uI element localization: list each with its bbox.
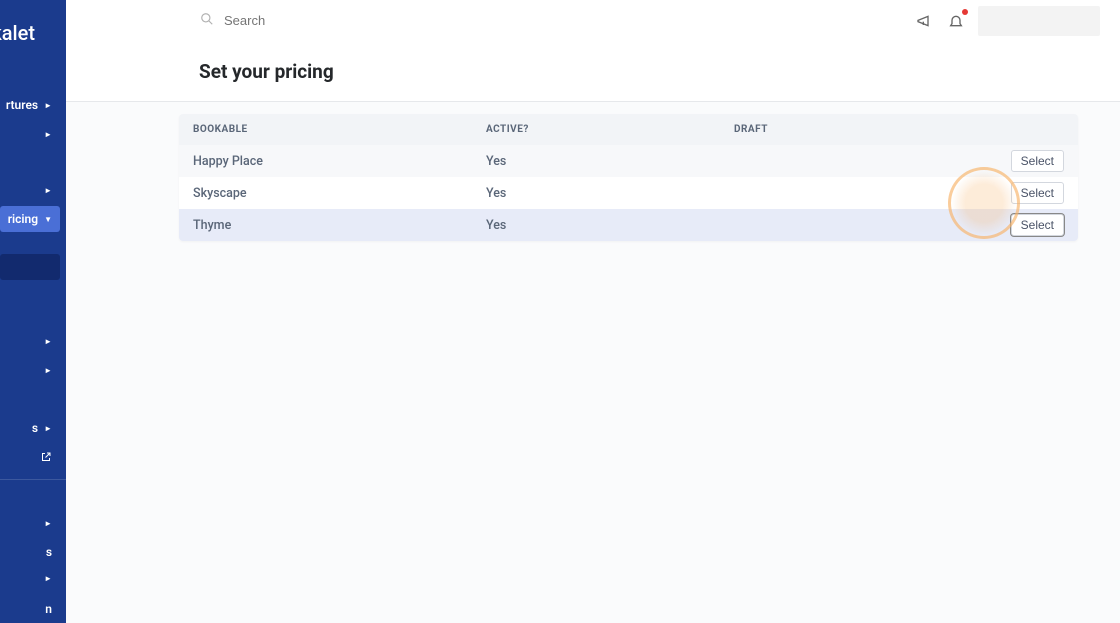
topbar	[66, 0, 1120, 42]
col-header-bookable: BOOKABLE	[193, 124, 486, 135]
sidebar-item-label: s	[46, 545, 52, 559]
cell-active: Yes	[486, 186, 734, 201]
external-link-icon	[40, 451, 52, 463]
sidebar-item-label: rtures	[6, 98, 38, 112]
sidebar-item-11[interactable]: ►	[0, 565, 60, 591]
announcements-icon[interactable]	[914, 11, 934, 31]
chevron-icon: ►	[44, 337, 52, 346]
sidebar: okalet rtures►►►ricing▼►►s►►s►n	[0, 0, 66, 623]
sidebar-item-1[interactable]: ►	[0, 121, 60, 147]
content: BOOKABLE ACTIVE? DRAFT Happy PlaceYesSel…	[66, 102, 1120, 241]
cell-bookable: Thyme	[193, 218, 486, 233]
chevron-icon: ►	[44, 130, 52, 139]
brand-logo: okalet	[0, 21, 35, 45]
chevron-icon: ►	[44, 424, 52, 433]
sidebar-item-2[interactable]: ►	[0, 177, 60, 203]
chevron-icon: ►	[44, 186, 52, 195]
cell-bookable: Happy Place	[193, 154, 486, 169]
sidebar-item-label: s	[32, 421, 38, 435]
table-row: ThymeYes Select	[179, 209, 1078, 241]
col-header-draft: DRAFT	[734, 124, 1014, 135]
sidebar-divider	[0, 479, 66, 480]
sidebar-item-0[interactable]: rtures ►	[0, 92, 60, 118]
page-header: Set your pricing	[66, 42, 1120, 102]
sidebar-item-9[interactable]: ►	[0, 510, 60, 536]
cell-bookable: Skyscape	[193, 186, 486, 201]
notification-dot	[962, 9, 968, 15]
sidebar-item-label: ricing	[8, 212, 38, 226]
search-wrap	[200, 11, 914, 30]
select-button[interactable]: Select	[1011, 214, 1064, 236]
sidebar-item-12[interactable]: n	[0, 596, 60, 622]
sidebar-item-10[interactable]: s	[0, 539, 60, 565]
select-button[interactable]: Select	[1011, 182, 1064, 204]
cell-active: Yes	[486, 154, 734, 169]
search-icon	[200, 11, 214, 30]
sidebar-item-3[interactable]: ricing ▼	[0, 206, 60, 232]
sidebar-item-label: n	[45, 602, 52, 616]
chevron-icon: ►	[44, 519, 52, 528]
sidebar-item-6[interactable]: ►	[0, 357, 60, 383]
table-header: BOOKABLE ACTIVE? DRAFT	[179, 114, 1078, 145]
select-button[interactable]: Select	[1011, 150, 1064, 172]
col-header-active: ACTIVE?	[486, 124, 734, 135]
chevron-icon: ►	[44, 366, 52, 375]
chevron-icon: ►	[44, 574, 52, 583]
main-area: Set your pricing BOOKABLE ACTIVE? DRAFT …	[66, 0, 1120, 623]
chevron-icon: ▼	[44, 215, 52, 224]
cell-active: Yes	[486, 218, 734, 233]
search-input[interactable]	[224, 13, 524, 28]
topbar-right	[914, 6, 1100, 36]
sidebar-item-5[interactable]: ►	[0, 328, 60, 354]
sidebar-item-7[interactable]: s►	[0, 415, 60, 441]
page-title: Set your pricing	[199, 60, 1120, 83]
table-row: Happy PlaceYes Select	[179, 145, 1078, 177]
sidebar-item-4[interactable]	[0, 254, 60, 280]
sidebar-item-8[interactable]	[0, 444, 60, 470]
pricing-table-card: BOOKABLE ACTIVE? DRAFT Happy PlaceYesSel…	[179, 114, 1078, 241]
chevron-icon: ►	[44, 101, 52, 110]
table-row: SkyscapeYes Select	[179, 177, 1078, 209]
notifications-icon[interactable]	[946, 11, 966, 31]
user-menu[interactable]	[978, 6, 1100, 36]
